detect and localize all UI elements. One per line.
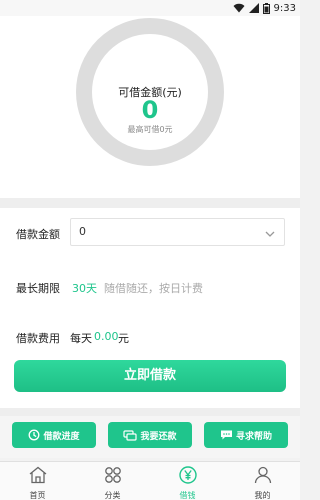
credit-max-text: 最高可借0元 [127, 125, 173, 134]
help-label: 寻求帮助 [235, 431, 272, 442]
divider [0, 408, 300, 416]
user-icon [253, 466, 273, 488]
loan-form: 借款金额 0 最长期限 30天 随借随还，按日计费 借款费用 每天 0.00 元… [0, 208, 300, 408]
amount-select[interactable]: 0 [70, 218, 285, 246]
signal-icon [248, 3, 259, 13]
nav-item-home[interactable]: 首页 [0, 462, 75, 500]
amount-select-value: 0 [79, 225, 86, 238]
status-time: 9:33 [273, 2, 296, 14]
status-bar: 9:33 [0, 0, 300, 16]
battery-icon [262, 2, 270, 14]
fee-prefix: 每天 [70, 332, 92, 345]
credit-amount: 0 [141, 96, 159, 124]
nav-label-borrow: 借钱 [179, 491, 196, 500]
home-icon [28, 466, 48, 488]
quick-actions: 借款进度 我要还款 寻求帮助 [0, 416, 300, 458]
yen-icon [178, 466, 198, 488]
fee-value: 0.00 [94, 330, 119, 343]
category-icon [103, 466, 123, 488]
bottom-nav: 首页 分类 借钱 我的 [0, 461, 300, 500]
help-button[interactable]: 寻求帮助 [204, 422, 288, 448]
divider [0, 198, 300, 208]
nav-label-category: 分类 [104, 491, 121, 500]
nav-item-borrow[interactable]: 借钱 [150, 462, 225, 500]
repay-label: 我要还款 [140, 431, 177, 442]
amount-label: 借款金额 [16, 228, 60, 241]
credit-summary: 可借金额(元) 0 最高可借0元 [0, 16, 300, 198]
nav-item-mine[interactable]: 我的 [225, 462, 300, 500]
chevron-down-icon [264, 225, 276, 251]
nav-label-mine: 我的 [254, 491, 271, 500]
fee-unit: 元 [118, 332, 129, 345]
wifi-icon [233, 3, 245, 13]
term-value: 30天 [72, 282, 97, 295]
borrow-now-button[interactable]: 立即借款 [14, 360, 286, 392]
fee-label: 借款费用 [16, 332, 60, 345]
help-icon [220, 429, 233, 441]
repay-button[interactable]: 我要还款 [108, 422, 192, 448]
repay-icon [123, 429, 138, 441]
loan-progress-label: 借款进度 [43, 431, 80, 442]
loan-progress-button[interactable]: 借款进度 [12, 422, 96, 448]
nav-item-category[interactable]: 分类 [75, 462, 150, 500]
term-label: 最长期限 [16, 282, 60, 295]
term-hint: 随借随还，按日计费 [104, 282, 203, 295]
progress-icon [28, 429, 40, 441]
nav-label-home: 首页 [29, 491, 46, 500]
